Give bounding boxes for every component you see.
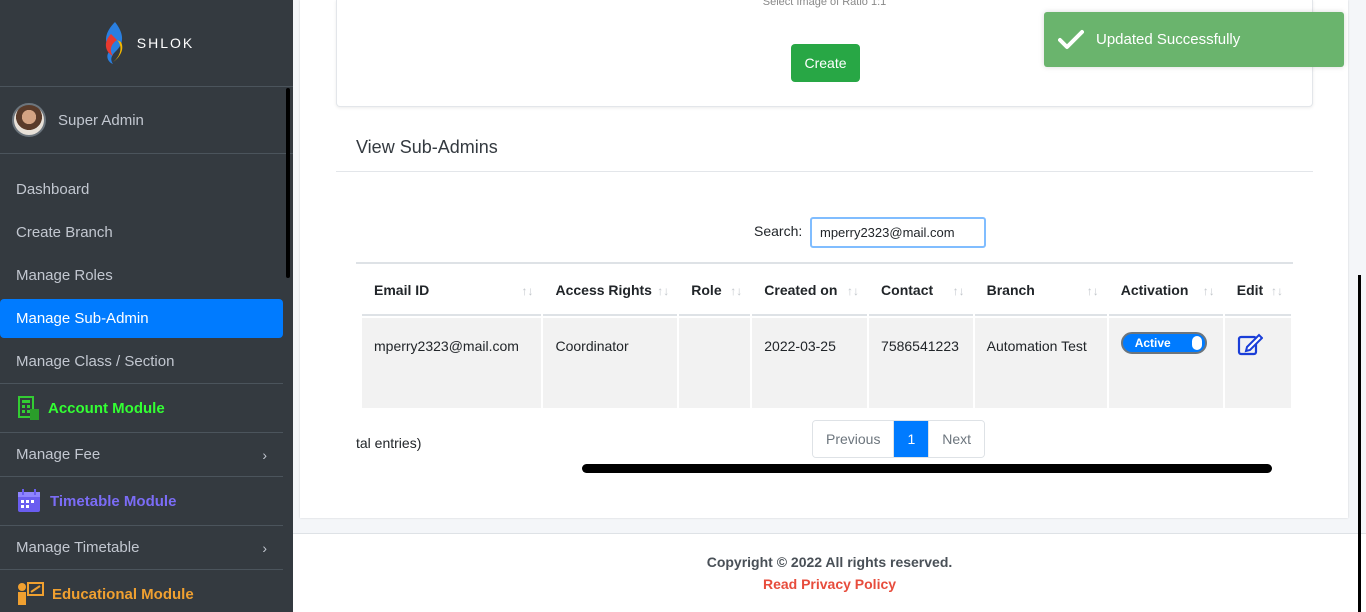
- chevron-right-icon: ›: [262, 539, 267, 556]
- previous-page-button[interactable]: Previous: [813, 421, 895, 457]
- col-header-contact[interactable]: Contact ↑↓: [869, 266, 973, 316]
- manage-fee-label: Manage Fee: [16, 446, 101, 463]
- sub-admins-table: Email ID ↑↓ Access Rights ↑↓ Role ↑↓ Create…: [356, 262, 1293, 412]
- user-name: Super Admin: [58, 111, 144, 129]
- create-button[interactable]: Create: [791, 44, 860, 82]
- sidebar-item-manage-roles[interactable]: Manage Roles: [0, 254, 283, 297]
- sidebar-item-manage-fee[interactable]: Manage Fee ›: [0, 433, 283, 476]
- sort-icon: ↑↓: [952, 284, 965, 298]
- sidebar-scrollbar[interactable]: [286, 88, 290, 278]
- cell-branch: Automation Test: [974, 318, 1107, 408]
- sort-icon: ↑↓: [1202, 284, 1215, 298]
- table-header-row: Email ID ↑↓ Access Rights ↑↓ Role ↑↓ Create…: [362, 266, 1291, 316]
- teacher-board-icon: [18, 582, 44, 605]
- cell-email: mperry2323@mail.com: [362, 318, 542, 408]
- table-horizontal-scrollbar[interactable]: [582, 464, 1272, 473]
- col-header-access-rights[interactable]: Access Rights ↑↓: [543, 266, 678, 316]
- account-module-label: Account Module: [48, 399, 165, 417]
- table-row: mperry2323@mail.com Coordinator 2022-03-…: [362, 318, 1291, 408]
- sidebar-item-manage-timetable[interactable]: Manage Timetable ›: [0, 526, 283, 569]
- sort-icon: ↑↓: [521, 284, 534, 298]
- col-header-created-on[interactable]: Created on ↑↓: [752, 266, 868, 316]
- shlok-logo-icon: [105, 22, 123, 64]
- col-header-branch[interactable]: Branch ↑↓: [974, 266, 1107, 316]
- search-input[interactable]: [810, 217, 986, 248]
- privacy-policy-link[interactable]: Read Privacy Policy: [293, 576, 1366, 592]
- sidebar-item-manage-sub-admin[interactable]: Manage Sub-Admin: [0, 299, 283, 338]
- cell-access-rights: Coordinator: [543, 318, 678, 408]
- chevron-right-icon: ›: [262, 446, 267, 463]
- footer: Copyright © 2022 All rights reserved. Re…: [293, 533, 1366, 612]
- checkmark-icon: [1058, 29, 1084, 49]
- sidebar-item-create-branch[interactable]: Create Branch: [0, 211, 283, 254]
- educational-module-label: Educational Module: [52, 585, 194, 603]
- avatar: [12, 103, 46, 137]
- page-1-button[interactable]: 1: [894, 421, 930, 457]
- timetable-module-header[interactable]: Timetable Module: [0, 476, 283, 526]
- sidebar: SHLOK Super Admin Dashboard Create Branc…: [0, 0, 293, 612]
- sidebar-nav: Dashboard Create Branch Manage Roles Man…: [0, 168, 283, 612]
- timetable-module-label: Timetable Module: [50, 492, 177, 510]
- col-header-activation[interactable]: Activation ↑↓: [1108, 266, 1223, 316]
- pagination: Previous 1 Next: [812, 420, 986, 458]
- calendar-icon: [18, 489, 40, 512]
- cell-contact: 7586541223: [869, 318, 973, 408]
- sidebar-item-dashboard[interactable]: Dashboard: [0, 168, 283, 211]
- view-sub-admins-title: View Sub-Admins: [336, 125, 1313, 172]
- col-header-role[interactable]: Role ↑↓: [679, 266, 751, 316]
- edit-icon[interactable]: [1237, 332, 1263, 356]
- toast-message: Updated Successfully: [1096, 31, 1241, 48]
- next-page-button[interactable]: Next: [929, 421, 985, 457]
- col-header-edit[interactable]: Edit ↑↓: [1224, 266, 1291, 316]
- sort-icon: ↑↓: [657, 284, 670, 298]
- sort-icon: ↑↓: [1086, 284, 1099, 298]
- user-panel[interactable]: Super Admin: [0, 87, 293, 154]
- sidebar-item-manage-class-section[interactable]: Manage Class / Section: [0, 340, 283, 383]
- copyright-text: Copyright © 2022 All rights reserved.: [706, 554, 953, 570]
- image-ratio-hint: Select Image of Ratio 1:1: [762, 0, 887, 8]
- cell-role: [679, 318, 751, 408]
- cell-edit: [1224, 318, 1291, 408]
- sort-icon: ↑↓: [730, 284, 743, 298]
- cell-created-on: 2022-03-25: [752, 318, 868, 408]
- brand-name: SHLOK: [136, 35, 195, 51]
- account-module-header[interactable]: Account Module: [0, 383, 283, 433]
- sort-icon: ↑↓: [847, 284, 860, 298]
- col-header-email[interactable]: Email ID ↑↓: [362, 266, 542, 316]
- account-module-icon: [18, 396, 39, 420]
- sort-icon: ↑↓: [1271, 284, 1283, 298]
- search-label: Search:: [754, 223, 803, 239]
- activation-toggle[interactable]: Active: [1120, 332, 1207, 354]
- entries-info: tal entries): [356, 435, 422, 451]
- toggle-knob: [1191, 336, 1202, 350]
- success-toast[interactable]: Updated Successfully: [1044, 12, 1344, 67]
- brand[interactable]: SHLOK: [0, 0, 293, 87]
- page-scrollbar[interactable]: [1358, 275, 1361, 612]
- educational-module-header[interactable]: Educational Module: [0, 569, 283, 612]
- cell-activation: Active: [1108, 318, 1223, 408]
- manage-timetable-label: Manage Timetable: [16, 539, 140, 556]
- activation-label: Active: [1134, 336, 1171, 350]
